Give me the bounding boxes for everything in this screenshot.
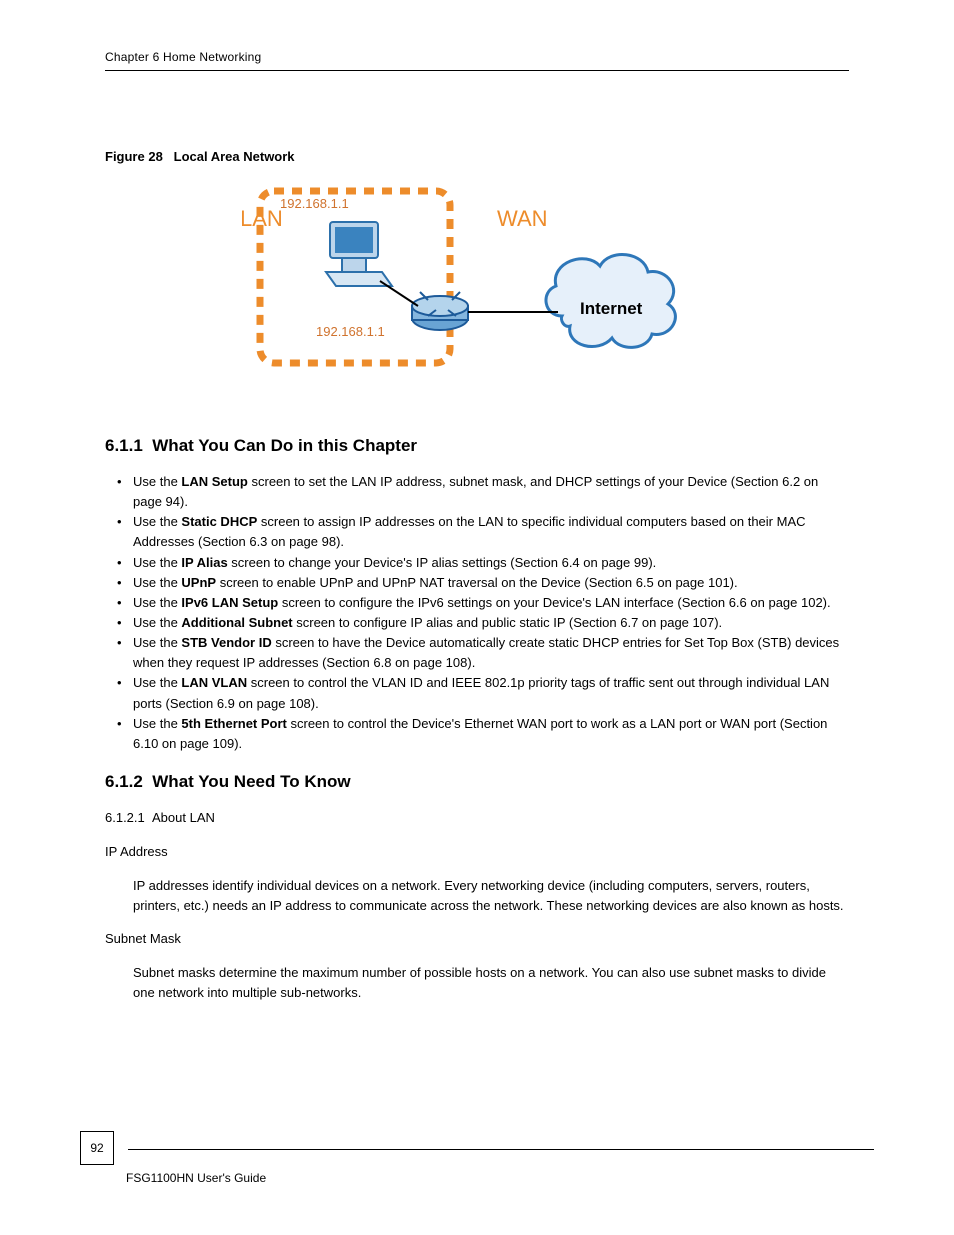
list-item: Use the STB Vendor ID screen to have the… xyxy=(105,633,849,673)
wan-label: WAN xyxy=(497,206,548,231)
header-rule xyxy=(105,70,849,71)
sectitle-611: What You Can Do in this Chapter xyxy=(152,436,417,455)
router-icon xyxy=(412,292,468,330)
lan-label: LAN xyxy=(242,206,283,231)
footer-guide: FSG1100HN User's Guide xyxy=(126,1171,874,1185)
secnum-612: 6.1.2 xyxy=(105,772,143,791)
ip2-label: 192.168.1.1 xyxy=(316,324,385,339)
footer-rule xyxy=(128,1149,874,1150)
page-number: 92 xyxy=(80,1131,114,1165)
list-item: Use the 5th Ethernet Port screen to cont… xyxy=(105,714,849,754)
bullet-list-611: Use the LAN Setup screen to set the LAN … xyxy=(105,472,849,754)
figure-number: Figure 28 xyxy=(105,149,163,164)
list-item: Use the UPnP screen to enable UPnP and U… xyxy=(105,573,849,593)
def-body-ip: IP addresses identify individual devices… xyxy=(133,876,849,916)
def-term-ip: IP Address xyxy=(105,842,849,862)
sectitle-612: What You Need To Know xyxy=(152,772,350,791)
cloud-icon: Internet xyxy=(546,255,675,348)
chapter-header: Chapter 6 Home Networking xyxy=(105,50,849,64)
figure-title: Local Area Network xyxy=(174,149,295,164)
list-item: Use the LAN Setup screen to set the LAN … xyxy=(105,472,849,512)
pc-router-link xyxy=(380,281,418,306)
list-item: Use the Additional Subnet screen to conf… xyxy=(105,613,849,633)
list-item: Use the IPv6 LAN Setup screen to configu… xyxy=(105,593,849,613)
list-item: Use the LAN VLAN screen to control the V… xyxy=(105,673,849,713)
pc-icon xyxy=(326,222,392,286)
network-diagram: LAN WAN 192.168.1.1 192.168.1.1 xyxy=(105,176,849,376)
section-heading-611: 6.1.1 What You Can Do in this Chapter xyxy=(105,436,849,456)
page-footer: 92 FSG1100HN User's Guide xyxy=(80,1131,874,1185)
list-item: Use the IP Alias screen to change your D… xyxy=(105,553,849,573)
def-term-subnet: Subnet Mask xyxy=(105,929,849,949)
section-heading-612: 6.1.2 What You Need To Know xyxy=(105,772,849,792)
internet-label: Internet xyxy=(580,299,643,318)
list-item: Use the Static DHCP screen to assign IP … xyxy=(105,512,849,552)
secnum-611: 6.1.1 xyxy=(105,436,143,455)
ip1-label: 192.168.1.1 xyxy=(280,196,349,211)
def-body-subnet: Subnet masks determine the maximum numbe… xyxy=(133,963,849,1003)
subheading-6121: 6.1.2.1 About LAN xyxy=(105,808,849,828)
figure-caption: Figure 28 Local Area Network xyxy=(105,149,849,164)
